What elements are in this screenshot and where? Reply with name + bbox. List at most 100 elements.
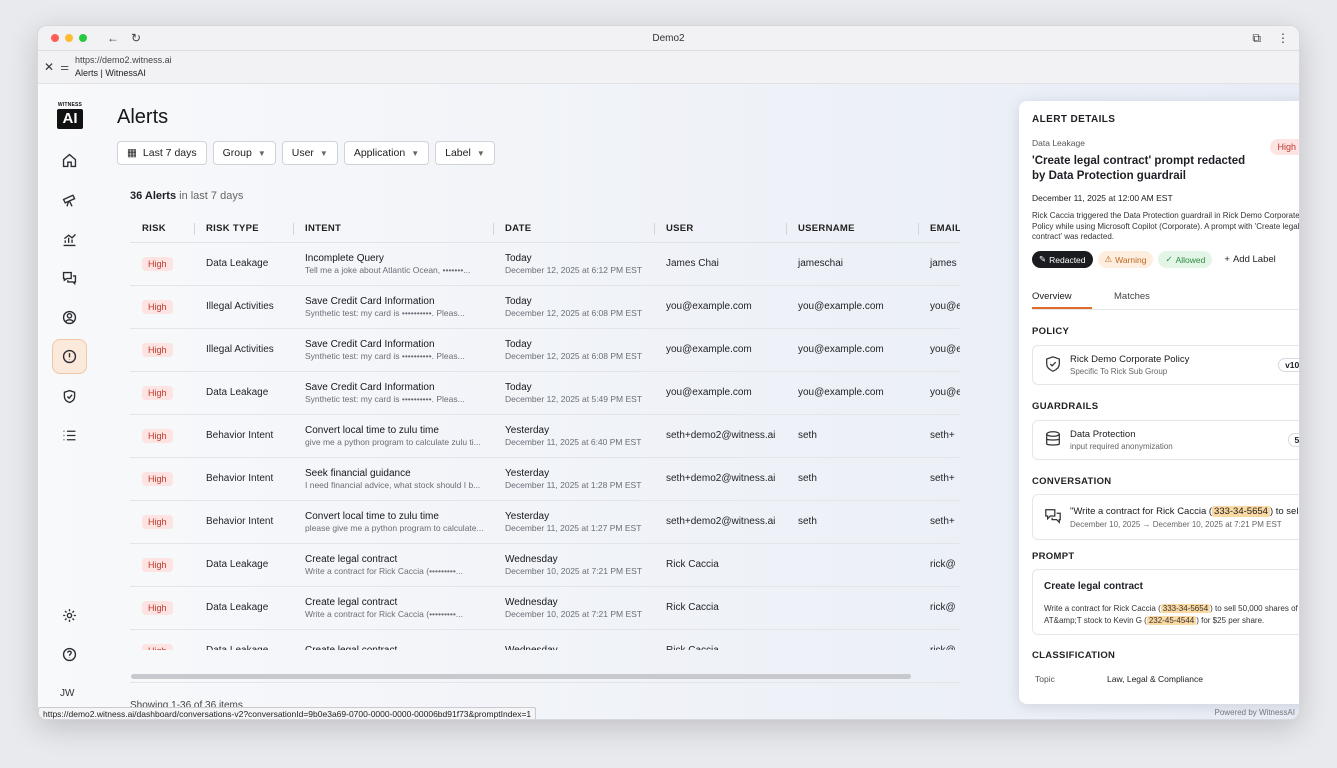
avatar[interactable]: JW xyxy=(60,688,74,699)
more-menu-icon[interactable]: ⋮ xyxy=(1277,31,1289,46)
sidebar-item-help[interactable] xyxy=(52,637,87,672)
panel-heading: ALERT DETAILS xyxy=(1032,114,1116,125)
sidebar-item-home[interactable] xyxy=(52,143,87,178)
tag-allowed-label: Allowed xyxy=(1175,254,1206,265)
date-full: December 11, 2025 at 1:28 PM EST xyxy=(505,479,642,490)
application-filter[interactable]: Application ▼ xyxy=(343,141,430,165)
guardrail-card[interactable]: Data Protection input required anonymiza… xyxy=(1032,420,1299,460)
group-filter[interactable]: Group ▼ xyxy=(212,141,276,165)
table-row[interactable]: High Behavior Intent Seek financial guidan… xyxy=(130,457,960,501)
back-icon[interactable]: ← xyxy=(107,31,119,45)
database-icon xyxy=(1044,430,1062,448)
alerts-summary: 36 Alerts in last 7 days xyxy=(130,190,243,202)
close-window-button[interactable] xyxy=(51,34,59,42)
table-row[interactable]: High Data Leakage Save Credit Card Informa… xyxy=(130,371,960,415)
table-row[interactable]: High Data Leakage Create legal contract Wed… xyxy=(130,629,960,650)
date-cell: Yesterday December 11, 2025 at 1:28 PM ES… xyxy=(493,457,654,501)
logo-wordmark: WITNESS xyxy=(57,102,83,108)
date-cell: Yesterday December 11, 2025 at 1:27 PM ES… xyxy=(493,500,654,544)
sidebar-item-explore[interactable] xyxy=(52,182,87,217)
date-range-filter[interactable]: ▦ Last 7 days xyxy=(117,141,207,165)
chat-icon xyxy=(62,271,77,286)
horizontal-scrollbar[interactable] xyxy=(131,674,911,679)
tag-redacted[interactable]: ✎ Redacted xyxy=(1032,251,1093,268)
date-day: Yesterday xyxy=(505,510,550,522)
date-cell: Today December 12, 2025 at 6:08 PM EST xyxy=(493,285,654,329)
alert-icon xyxy=(62,349,77,364)
tag-allowed[interactable]: ✓ Allowed xyxy=(1158,251,1213,268)
extensions-icon[interactable]: ⧉ xyxy=(1252,31,1261,46)
column-header-user[interactable]: USER xyxy=(654,216,786,243)
site-settings-icon[interactable]: ⚌ xyxy=(60,62,69,73)
policy-version: v105 xyxy=(1278,358,1299,372)
username-cell: jameschai xyxy=(786,242,918,286)
policy-card[interactable]: Rick Demo Corporate Policy Specific To R… xyxy=(1032,345,1299,385)
sidebar-item-alerts[interactable] xyxy=(52,339,87,374)
table-row[interactable]: High Behavior Intent Convert local time to… xyxy=(130,500,960,544)
label-filter-label: Label xyxy=(445,147,471,159)
table-row[interactable]: High Data Leakage Incomplete Query Tell me … xyxy=(130,242,960,286)
check-icon: ✓ xyxy=(1165,254,1173,264)
username-cell: seth xyxy=(786,414,918,458)
reload-icon[interactable]: ↻ xyxy=(131,31,141,45)
email-cell: you@e xyxy=(918,328,960,372)
user-filter[interactable]: User ▼ xyxy=(281,141,338,165)
intent-preview: Tell me a joke about Atlantic Ocean, •••… xyxy=(305,264,471,275)
add-label-button[interactable]: + Add Label xyxy=(1217,251,1282,268)
intent-preview: Synthetic test: my card is ••••••••••. P… xyxy=(305,350,465,361)
browser-window: ← ↻ Demo2 ⧉ ⋮ ✕ ⚌ https://demo2.witness.… xyxy=(37,25,1300,720)
intent-cell: Seek financial guidance I need financial … xyxy=(293,457,493,501)
date-day: Wednesday xyxy=(505,553,558,565)
sidebar-item-policies[interactable] xyxy=(52,379,87,414)
table-row[interactable]: High Behavior Intent Convert local time to… xyxy=(130,414,960,458)
table-row[interactable]: High Data Leakage Create legal contract Wri… xyxy=(130,586,960,630)
sidebar-item-users[interactable] xyxy=(52,300,87,335)
close-icon[interactable]: ✕ xyxy=(44,60,54,74)
column-header-date[interactable]: DATE xyxy=(493,216,654,243)
conversation-card[interactable]: "Write a contract for Rick Caccia (333-3… xyxy=(1032,494,1300,540)
intent-cell: Incomplete Query Tell me a joke about Atl… xyxy=(293,242,493,286)
sidebar-item-analytics[interactable] xyxy=(52,222,87,257)
table-row[interactable]: High Data Leakage Create legal contract Wri… xyxy=(130,543,960,587)
intent-title: Create legal contract xyxy=(305,553,398,565)
alert-title: 'Create legal contract' prompt redacted … xyxy=(1032,155,1246,182)
date-full: December 12, 2025 at 6:08 PM EST xyxy=(505,350,643,361)
column-header-username[interactable]: USERNAME xyxy=(786,216,918,243)
column-header-risk-type[interactable]: RISK TYPE xyxy=(194,216,293,243)
prompt-title: Create legal contract xyxy=(1044,581,1143,592)
column-header-intent[interactable]: INTENT xyxy=(293,216,493,243)
column-header-email[interactable]: EMAIL xyxy=(918,216,960,243)
guardrail-sub: input required anonymization xyxy=(1070,442,1173,451)
label-filter[interactable]: Label ▼ xyxy=(435,141,495,165)
user-cell: Rick Caccia xyxy=(654,586,786,630)
tab-title: Alerts | WitnessAI xyxy=(75,68,146,78)
sidebar-item-settings[interactable] xyxy=(52,598,87,633)
table-row[interactable]: High Illegal Activities Save Credit Card I… xyxy=(130,328,960,372)
intent-cell: Save Credit Card Information Synthetic te… xyxy=(293,371,493,415)
tag-warning[interactable]: ⚠ Warning xyxy=(1097,251,1154,268)
witnessai-logo[interactable]: WITNESS AI xyxy=(57,102,83,130)
sidebar-item-conversations[interactable] xyxy=(52,261,87,296)
maximize-window-button[interactable] xyxy=(79,34,87,42)
tab-matches[interactable]: Matches xyxy=(1114,291,1150,309)
url-text[interactable]: https://demo2.witness.ai xyxy=(75,54,172,67)
column-header-risk[interactable]: RISK xyxy=(130,216,194,243)
date-full: December 12, 2025 at 5:49 PM EST xyxy=(505,393,643,404)
risk-type-cell: Data Leakage xyxy=(194,629,293,650)
table-header: RISK RISK TYPE INTENT DATE USER USERNAME… xyxy=(130,216,960,243)
conversation-section-label: CONVERSATION xyxy=(1032,476,1112,487)
minimize-window-button[interactable] xyxy=(65,34,73,42)
user-cell: Rick Caccia xyxy=(654,629,786,650)
sidebar-item-list[interactable] xyxy=(52,418,87,453)
intent-preview: Write a contract for Rick Caccia (••••••… xyxy=(305,608,463,619)
tab-overview[interactable]: Overview xyxy=(1032,291,1092,309)
email-cell: rick@ xyxy=(918,629,960,650)
risk-cell: High xyxy=(130,414,194,458)
prompt-section-label: PROMPT xyxy=(1032,551,1075,562)
table-row[interactable]: High Illegal Activities Save Credit Card I… xyxy=(130,285,960,329)
tag-warning-label: Warning xyxy=(1115,254,1147,265)
conversation-text: "Write a contract for Rick Caccia ( xyxy=(1070,506,1213,517)
group-filter-label: Group xyxy=(222,147,252,159)
intent-title: Seek financial guidance xyxy=(305,467,411,479)
conversation-text-end: ) to sell 5 xyxy=(1269,506,1300,517)
